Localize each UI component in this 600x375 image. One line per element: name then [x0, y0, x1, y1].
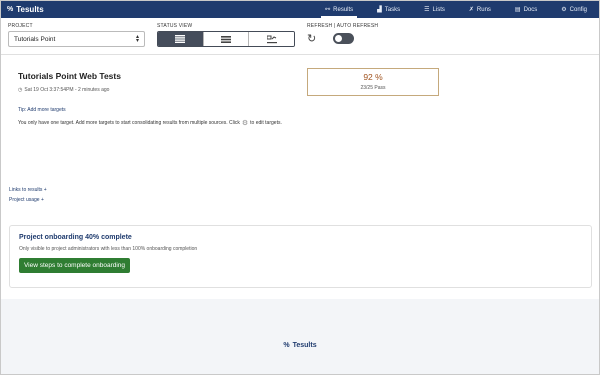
- onboarding-subtitle: Only visible to project administrators w…: [19, 246, 198, 252]
- nav-tasks-label: Tasks: [384, 6, 401, 13]
- add-targets-tip-link[interactable]: Tip: Add more targets: [18, 107, 66, 113]
- top-nav-bar: % Tesults ⚯ Results ▟ Tasks ☰ Lists ✗ Ru…: [1, 1, 599, 18]
- pass-rate-box[interactable]: 92 % 23/25 Pass: [307, 68, 439, 96]
- onboarding-card: Project onboarding 40% complete Only vis…: [9, 225, 592, 288]
- footer-brand-name: Tesults: [292, 342, 317, 349]
- auto-refresh-toggle[interactable]: [333, 33, 354, 44]
- tesults-logo-icon: %: [283, 342, 290, 349]
- status-view-toggle: [157, 31, 295, 47]
- page-footer: % Tesults: [1, 299, 599, 374]
- pass-percentage: 92 %: [363, 72, 383, 82]
- project-select[interactable]: Tutorials Point ▴ ▾: [8, 31, 145, 47]
- tip-message: You only have one target. Add more targe…: [18, 119, 282, 127]
- nav-config-label: Config: [569, 6, 587, 13]
- refresh-label: REFRESH | AUTO REFRESH: [307, 23, 379, 29]
- links-to-results-link[interactable]: Links to results +: [9, 187, 47, 193]
- brand-logo[interactable]: % Tesults: [1, 5, 44, 14]
- tesults-logo-icon: %: [7, 6, 14, 13]
- gear-icon[interactable]: ⚙: [242, 119, 248, 127]
- status-view-label: STATUS VIEW: [157, 23, 193, 29]
- nav-lists-label: Lists: [432, 6, 445, 13]
- chart-view-icon: [266, 35, 277, 43]
- runs-icon: ✗: [468, 7, 474, 13]
- controls-row: PROJECT Tutorials Point ▴▾ STATUS VIEW: [1, 18, 599, 55]
- nav-results-label: Results: [333, 6, 354, 13]
- nav-docs-label: Docs: [523, 6, 538, 13]
- project-select-value: Tutorials Point: [14, 35, 56, 43]
- view-chart-button[interactable]: [248, 32, 294, 46]
- nav-config[interactable]: ⚙ Config: [549, 1, 599, 18]
- nav-results[interactable]: ⚯ Results: [313, 1, 365, 18]
- select-caret-icon: ▴ ▾: [135, 34, 139, 44]
- view-list-button[interactable]: [158, 32, 203, 46]
- config-icon: ⚙: [561, 7, 567, 13]
- nav-lists[interactable]: ☰ Lists: [412, 1, 457, 18]
- pass-count: 23/25 Pass: [360, 85, 386, 91]
- run-timestamp: ◷ Sat 19 Oct 3:37:54PM - 2 minutes ago: [18, 87, 109, 93]
- lists-icon: ☰: [424, 7, 430, 13]
- nav-docs[interactable]: ▤ Docs: [503, 1, 549, 18]
- results-icon: ⚯: [325, 7, 331, 13]
- nav-runs[interactable]: ✗ Runs: [457, 1, 503, 18]
- tasks-icon: ▟: [377, 7, 382, 13]
- footer-brand[interactable]: % Tesults: [1, 342, 599, 349]
- test-target-title: Tutorials Point Web Tests: [18, 71, 121, 81]
- tip-text-after: to edit targets.: [250, 120, 282, 126]
- list-view-icon: [175, 35, 186, 43]
- brand-name: Tesults: [16, 5, 44, 14]
- compact-view-icon: [221, 35, 231, 43]
- onboarding-title: Project onboarding 40% complete: [19, 234, 132, 241]
- project-usage-link[interactable]: Project usage +: [9, 197, 44, 203]
- tip-text-before: You only have one target. Add more targe…: [18, 120, 240, 126]
- clock-icon: ◷: [18, 87, 23, 93]
- project-label: PROJECT: [8, 23, 33, 29]
- nav-tasks[interactable]: ▟ Tasks: [365, 1, 412, 18]
- docs-icon: ▤: [514, 7, 521, 13]
- view-compact-button[interactable]: [202, 32, 249, 46]
- refresh-icon[interactable]: ↻: [307, 32, 316, 45]
- nav-runs-label: Runs: [476, 6, 491, 13]
- view-onboarding-steps-button[interactable]: View steps to complete onboarding: [19, 258, 130, 273]
- main-nav: ⚯ Results ▟ Tasks ☰ Lists ✗ Runs ▤ Docs …: [313, 1, 599, 18]
- timestamp-text: Sat 19 Oct 3:37:54PM - 2 minutes ago: [24, 87, 110, 93]
